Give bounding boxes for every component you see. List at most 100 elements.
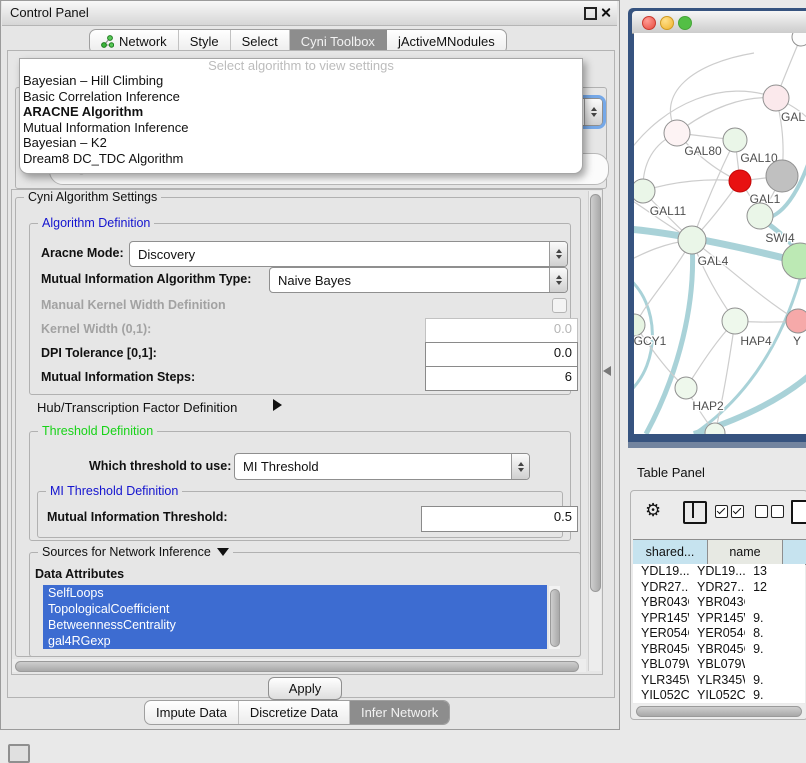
table-row[interactable]: YDL19...YDL19...13 bbox=[633, 564, 805, 580]
tab-infer-network[interactable]: Infer Network bbox=[350, 701, 449, 724]
close-window-icon[interactable] bbox=[642, 16, 656, 30]
table-cell: YDR27... bbox=[633, 580, 689, 596]
which-threshold-combo[interactable]: MI Threshold bbox=[234, 453, 530, 480]
node-HAP4[interactable] bbox=[722, 308, 748, 334]
list-scrollbar-thumb[interactable] bbox=[550, 589, 560, 647]
combo-stepper-icon[interactable] bbox=[549, 242, 567, 266]
vertical-scrollbar[interactable] bbox=[588, 191, 601, 671]
list-scrollbar[interactable] bbox=[549, 586, 560, 649]
dpi-tolerance-field[interactable]: 0.0 bbox=[425, 342, 578, 367]
node-unlabeled[interactable] bbox=[792, 33, 806, 46]
table-scrollbar-thumb[interactable] bbox=[636, 706, 802, 717]
mi-threshold-field[interactable]: 0.5 bbox=[421, 506, 578, 532]
table-horizontal-scrollbar[interactable] bbox=[633, 704, 805, 717]
algorithm-option[interactable]: ARACNE Algorithm bbox=[20, 104, 582, 120]
sources-title-text: Sources for Network Inference bbox=[42, 545, 211, 559]
minimize-window-icon[interactable] bbox=[660, 16, 674, 30]
algorithm-option[interactable]: Bayesian – K2 bbox=[20, 135, 582, 151]
tab-label: Impute Data bbox=[156, 705, 227, 720]
tab-label: Style bbox=[190, 34, 219, 49]
combo-stepper-icon[interactable] bbox=[511, 454, 529, 479]
attribute-item[interactable]: gal4RGexp bbox=[43, 633, 547, 649]
table-body: YDL19...YDL19...13YDR27...YDR27...12YBR0… bbox=[633, 564, 805, 703]
manual-kernel-width-label: Manual Kernel Width Definition bbox=[41, 298, 226, 312]
unchecked-checkbox-icon[interactable] bbox=[755, 505, 768, 518]
algorithm-option[interactable]: Mutual Information Inference bbox=[20, 120, 582, 136]
node-GAL4[interactable] bbox=[678, 226, 706, 254]
table-row[interactable]: YDR27...YDR27...12 bbox=[633, 580, 805, 596]
column-header[interactable]: name bbox=[708, 540, 783, 564]
panel-divider-handle[interactable] bbox=[603, 366, 611, 376]
node-GAL10[interactable] bbox=[723, 128, 747, 152]
table-row[interactable]: YBR043CYBR043C bbox=[633, 595, 805, 611]
hub-definition-label[interactable]: Hub/Transcription Factor Definition bbox=[37, 400, 237, 415]
attribute-item[interactable]: TopologicalCoefficient bbox=[43, 601, 547, 617]
network-window-titlebar[interactable] bbox=[632, 11, 806, 34]
node-unlabeled[interactable] bbox=[782, 243, 806, 279]
table-row[interactable]: YLR345WYLR345W9. bbox=[633, 673, 805, 689]
table-cell: 13 bbox=[745, 564, 805, 580]
horizontal-scrollbar-thumb[interactable] bbox=[15, 661, 579, 672]
table-row[interactable]: YIL052CYIL052C9. bbox=[633, 688, 805, 703]
document-icon[interactable] bbox=[791, 500, 806, 524]
maximize-window-icon[interactable] bbox=[678, 16, 692, 30]
attribute-item[interactable]: SelfLoops bbox=[43, 585, 547, 601]
table-row[interactable]: YER054CYER054C8. bbox=[633, 626, 805, 642]
table-panel: ⚙ shared...name YDL19...YDL19...13YDR27.… bbox=[630, 490, 806, 720]
node-Y[interactable] bbox=[786, 309, 806, 333]
tab-impute-data[interactable]: Impute Data bbox=[145, 701, 239, 724]
table-header: shared...name bbox=[633, 539, 806, 565]
table-cell: YDL19... bbox=[689, 564, 745, 580]
threshold-definition-title: Threshold Definition bbox=[38, 424, 157, 438]
attribute-item[interactable]: BetweennessCentrality bbox=[43, 617, 547, 633]
network-canvas[interactable]: GALGAL80GAL10GAL1GAL11SWI4GAL4GCY1HAP4YH… bbox=[634, 33, 806, 434]
algorithm-option[interactable]: Dream8 DC_TDC Algorithm bbox=[20, 151, 582, 167]
algorithm-list: Bayesian – Hill ClimbingBasic Correlatio… bbox=[20, 73, 582, 166]
combo-stepper-icon[interactable] bbox=[584, 99, 602, 125]
apply-button[interactable]: Apply bbox=[268, 677, 342, 700]
node-GAL1[interactable] bbox=[729, 170, 751, 192]
unchecked-checkbox-icon[interactable] bbox=[771, 505, 784, 518]
node-SWI4[interactable] bbox=[747, 203, 773, 229]
table-row[interactable]: YBR045CYBR045C9. bbox=[633, 642, 805, 658]
node-HAP2[interactable] bbox=[675, 377, 697, 399]
network-window: GALGAL80GAL10GAL1GAL11SWI4GAL4GCY1HAP4YH… bbox=[628, 8, 806, 448]
kernel-width-field[interactable]: 0.0 bbox=[425, 318, 578, 343]
table-cell: YBL079W bbox=[689, 657, 745, 673]
algorithm-option[interactable]: Basic Correlation Inference bbox=[20, 89, 582, 105]
checked-checkbox-icon[interactable] bbox=[731, 505, 744, 518]
combo-stepper-icon[interactable] bbox=[549, 268, 567, 292]
manual-kernel-width-checkbox[interactable] bbox=[552, 298, 567, 313]
node-GAL80[interactable] bbox=[664, 120, 690, 146]
node-GCY1[interactable] bbox=[634, 314, 645, 336]
node-label: SWI4 bbox=[765, 231, 795, 245]
minimized-panel-icon[interactable] bbox=[8, 744, 30, 763]
table-row[interactable]: YBL079WYBL079W bbox=[633, 657, 805, 673]
vertical-scrollbar-thumb[interactable] bbox=[590, 194, 601, 592]
table-cell: YLR345W bbox=[633, 673, 689, 689]
aracne-mode-combo[interactable]: Discovery bbox=[129, 241, 568, 267]
horizontal-scrollbar[interactable] bbox=[12, 659, 586, 672]
data-attributes-label: Data Attributes bbox=[35, 567, 124, 581]
node-GAL[interactable] bbox=[763, 85, 789, 111]
tab-discretize-data[interactable]: Discretize Data bbox=[239, 701, 350, 724]
algorithm-option[interactable]: Bayesian – Hill Climbing bbox=[20, 73, 582, 89]
mi-algorithm-type-combo[interactable]: Naive Bayes bbox=[269, 267, 568, 293]
float-panel-icon[interactable] bbox=[584, 7, 597, 20]
table-cell: YPR145W bbox=[689, 611, 745, 627]
column-header[interactable]: shared... bbox=[633, 540, 708, 564]
close-panel-icon[interactable] bbox=[600, 7, 611, 18]
mi-steps-field[interactable]: 6 bbox=[425, 366, 578, 391]
table-row[interactable]: YPR145WYPR145W9. bbox=[633, 611, 805, 627]
sources-group-title[interactable]: Sources for Network Inference bbox=[38, 545, 233, 559]
collapse-arrow-icon[interactable] bbox=[217, 548, 229, 556]
gear-icon[interactable]: ⚙ bbox=[645, 500, 661, 521]
checked-checkbox-icon[interactable] bbox=[715, 505, 728, 518]
tab-label: Network bbox=[119, 34, 167, 49]
column-header[interactable] bbox=[783, 540, 806, 564]
table-cell: YPR145W bbox=[633, 611, 689, 627]
expand-arrow-icon[interactable] bbox=[273, 399, 282, 411]
node-GAL11[interactable] bbox=[634, 179, 655, 203]
split-columns-icon[interactable] bbox=[683, 501, 707, 524]
node-unlabeled[interactable] bbox=[766, 160, 798, 192]
